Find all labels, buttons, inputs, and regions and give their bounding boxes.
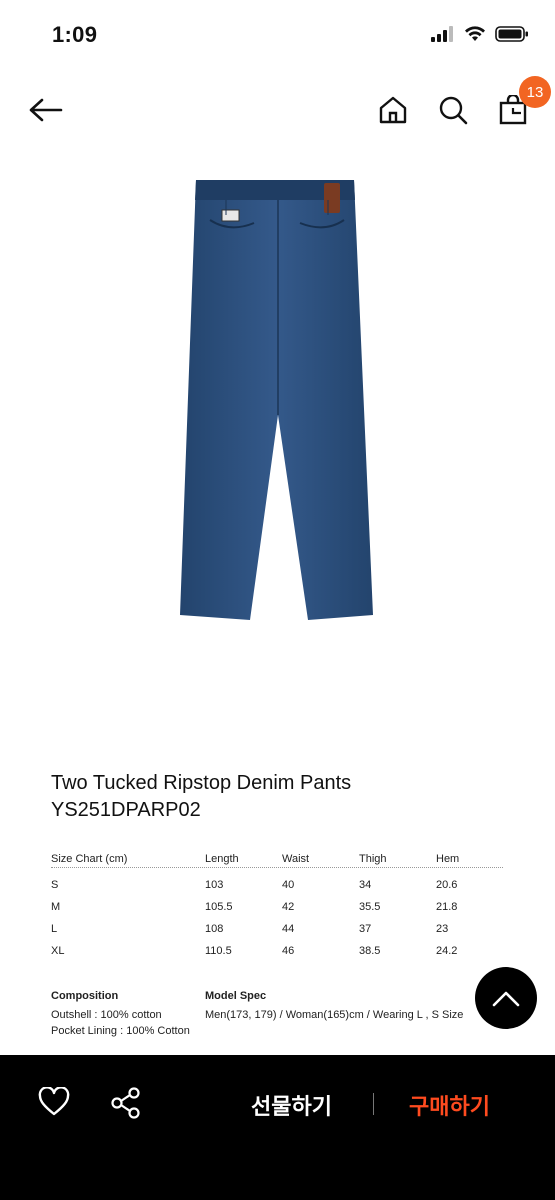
status-bar: 1:09 — [0, 0, 555, 70]
wifi-icon — [464, 26, 486, 47]
table-row: L 108 44 37 23 — [51, 918, 503, 940]
status-icons — [431, 26, 529, 47]
size-chart-header: Size Chart (cm) Length Waist Thigh Hem — [51, 850, 503, 868]
table-cell: 24.2 — [436, 945, 458, 957]
size-chart-header-cell: Size Chart (cm) — [51, 852, 128, 865]
composition-line: Outshell : 100% cotton — [51, 1009, 162, 1021]
table-cell: XL — [51, 945, 65, 957]
product-title: Two Tucked Ripstop Denim Pants — [51, 772, 352, 794]
size-chart-table: Size Chart (cm) Length Waist Thigh Hem S… — [51, 850, 503, 962]
table-cell: S — [51, 879, 59, 891]
product-image[interactable] — [160, 175, 396, 625]
table-cell: M — [51, 901, 61, 913]
model-spec-line: Men(173, 179) / Woman(165)cm / Wearing L… — [205, 1009, 464, 1021]
table-cell: 23 — [436, 923, 449, 935]
gift-button[interactable]: 선물하기 — [251, 1089, 332, 1121]
size-chart-header-cell: Length — [205, 852, 239, 865]
heart-icon — [38, 1086, 70, 1116]
table-cell: 110.5 — [205, 945, 232, 957]
table-cell: 44 — [282, 923, 295, 935]
table-cell: 42 — [282, 901, 295, 913]
bottom-action-bar: 선물하기 구매하기 — [0, 1055, 555, 1200]
model-spec-heading: Model Spec — [205, 990, 267, 1002]
back-button[interactable] — [26, 92, 66, 128]
table-cell: 21.8 — [436, 901, 458, 913]
table-cell: 35.5 — [359, 901, 381, 913]
divider — [373, 1093, 374, 1115]
status-time: 1:09 — [52, 22, 98, 47]
table-cell: 46 — [282, 945, 295, 957]
home-button[interactable] — [373, 90, 413, 130]
table-cell: 103 — [205, 879, 224, 891]
table-cell: 34 — [359, 879, 372, 891]
buy-button[interactable]: 구매하기 — [409, 1089, 490, 1121]
like-button[interactable] — [38, 1086, 70, 1119]
home-icon — [379, 96, 407, 124]
table-cell: 40 — [282, 879, 295, 891]
nav-actions: 13 — [373, 76, 551, 130]
share-icon — [111, 1087, 140, 1119]
table-cell: 20.6 — [436, 879, 458, 891]
composition-block: Composition Outshell : 100% cotton Pocke… — [51, 988, 190, 1039]
table-cell: 105.5 — [205, 901, 233, 913]
table-cell: 108 — [205, 923, 224, 935]
chevron-up-icon — [492, 991, 520, 1007]
search-icon — [439, 96, 468, 125]
cart-button[interactable]: 13 — [493, 76, 551, 130]
top-nav: 13 — [0, 76, 555, 138]
model-spec-block: Model Spec Men(173, 179) / Woman(165)cm … — [205, 988, 463, 1023]
signal-icon — [431, 26, 455, 47]
size-chart-header-cell: Thigh — [359, 852, 387, 865]
battery-icon — [495, 26, 529, 47]
table-row: XL 110.5 46 38.5 24.2 — [51, 940, 503, 962]
scroll-to-top-button[interactable] — [475, 967, 537, 1029]
composition-heading: Composition — [51, 990, 119, 1002]
size-chart-header-cell: Waist — [282, 852, 310, 865]
back-arrow-icon — [29, 98, 63, 122]
search-button[interactable] — [433, 90, 473, 130]
denim-pants-image — [180, 180, 373, 620]
table-cell: L — [51, 923, 58, 935]
table-row: S 103 40 34 20.6 — [51, 874, 503, 896]
size-chart-header-cell: Hem — [436, 852, 460, 865]
table-row: M 105.5 42 35.5 21.8 — [51, 896, 503, 918]
table-cell: 37 — [359, 923, 372, 935]
cart-count-badge: 13 — [519, 76, 551, 108]
product-code: YS251DPARP02 — [51, 799, 201, 821]
share-button[interactable] — [110, 1087, 144, 1121]
composition-line: Pocket Lining : 100% Cotton — [51, 1025, 190, 1037]
table-cell: 38.5 — [359, 945, 381, 957]
